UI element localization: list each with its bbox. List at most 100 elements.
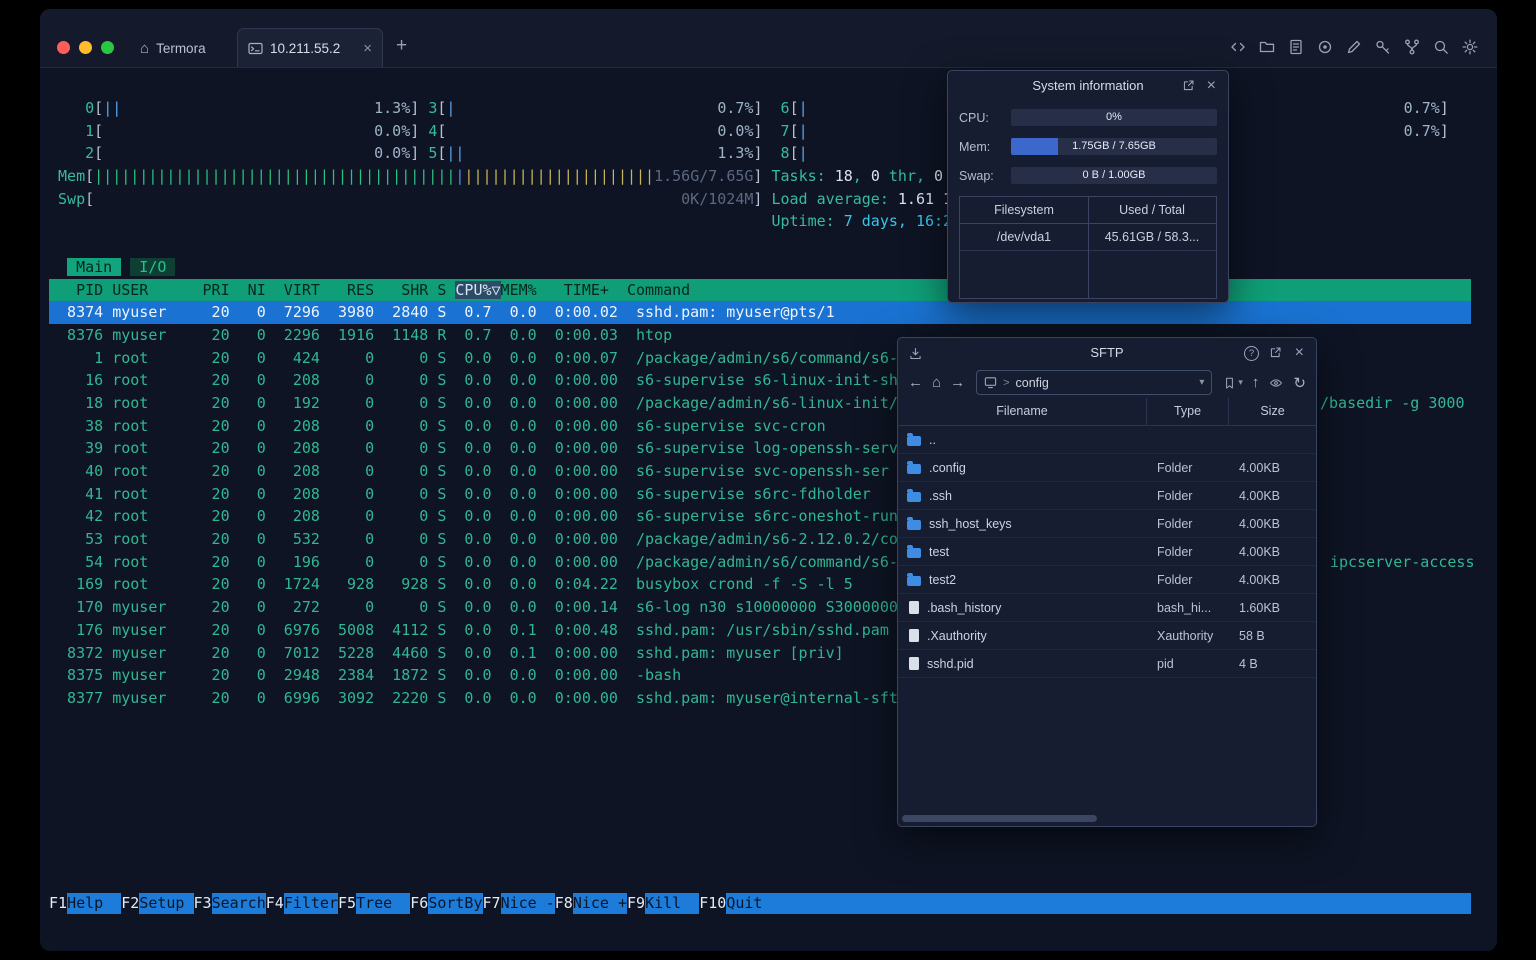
filename-column-header[interactable]: Filename (898, 398, 1147, 425)
command-overflow-text: ipcserver-access (1330, 553, 1475, 571)
fkey-label-F10[interactable]: Quit (726, 893, 781, 914)
bookmark-button[interactable]: ▾ (1223, 376, 1243, 390)
scrollbar-thumb[interactable] (902, 815, 1097, 822)
open-in-window-icon[interactable] (1269, 346, 1282, 359)
htop-tab-main[interactable]: Main (67, 257, 122, 276)
fkey-F2[interactable]: F2 (121, 893, 139, 914)
zoom-window-button[interactable] (101, 41, 114, 54)
download-icon[interactable] (908, 346, 923, 361)
file-type-cell: bash_hi... (1157, 600, 1212, 615)
path-breadcrumb[interactable]: > config ▾ (976, 370, 1213, 395)
folder-icon[interactable] (1258, 38, 1276, 56)
fkey-F1[interactable]: F1 (49, 893, 67, 914)
system-information-titlebar: System information × (948, 71, 1228, 100)
notes-icon[interactable] (1287, 38, 1305, 56)
htop-tab-io[interactable]: I/O (130, 257, 176, 276)
traffic-lights (57, 41, 114, 54)
filesystem-table: Filesystem Used / Total /dev/vda1 45.61GB… (959, 196, 1217, 299)
back-button[interactable]: ← (908, 374, 923, 391)
meter-line-0: 0[|| 1.3%] 3[| 0.7%] 6[| 0.7%] (49, 99, 1449, 117)
sftp-panel: SFTP ? × ← ⌂ → > config ▾ ▾ ↑ ↻ Filename… (897, 337, 1317, 827)
file-row[interactable]: .Xauthority Xauthority 58 B (898, 622, 1316, 650)
forward-button[interactable]: → (950, 374, 965, 391)
fkey-label-F2[interactable]: Setup (139, 893, 194, 914)
file-row[interactable]: .bash_history bash_hi... 1.60KB (898, 594, 1316, 622)
chevron-down-icon: ▾ (1238, 377, 1243, 387)
file-name: test2 (929, 572, 957, 587)
file-row[interactable]: .. (898, 426, 1316, 454)
fkey-label-F3[interactable]: Search (211, 893, 266, 914)
preview-button[interactable] (1268, 376, 1284, 390)
file-size-cell: 4.00KB (1239, 516, 1281, 531)
minimize-window-button[interactable] (79, 41, 92, 54)
file-name: .. (929, 432, 936, 447)
fkey-label-F6[interactable]: SortBy (428, 893, 483, 914)
record-icon[interactable] (1316, 38, 1334, 56)
fkey-label-F9[interactable]: Kill (645, 893, 700, 914)
fkey-F10[interactable]: F10 (699, 893, 726, 914)
swap-usage-row: Swap: 0 B / 1.00GB (948, 158, 1228, 187)
fkey-F6[interactable]: F6 (410, 893, 428, 914)
table-column-divider (1088, 197, 1089, 298)
file-name-cell: .bash_history (898, 601, 1147, 615)
file-row[interactable]: ssh_host_keys Folder 4.00KB (898, 510, 1316, 538)
horizontal-scrollbar[interactable] (901, 814, 1313, 823)
home-button[interactable]: ⌂ (932, 374, 941, 391)
file-type-cell: Xauthority (1157, 628, 1214, 643)
file-size-cell: 4.00KB (1239, 544, 1281, 559)
pencil-icon[interactable] (1345, 38, 1363, 56)
meter-line-4: Swp[ 0K/1024M] Load average: 1.61 1.13 0… (49, 189, 1024, 208)
file-size-cell: 4 B (1239, 656, 1258, 671)
process-table-header[interactable]: PID USER PRI NI VIRT RES SHR S CPU%▽MEM%… (49, 278, 1471, 302)
refresh-button[interactable]: ↻ (1293, 374, 1306, 392)
fkey-F9[interactable]: F9 (627, 893, 645, 914)
file-type-cell: Folder (1157, 544, 1193, 559)
type-column-header[interactable]: Type (1147, 398, 1229, 425)
process-row-8374[interactable]: 8374 myuser 20 0 7296 3980 2840 S 0.7 0.… (49, 301, 1471, 324)
branch-icon[interactable] (1403, 38, 1421, 56)
open-in-window-icon[interactable] (1182, 79, 1195, 92)
fkey-F3[interactable]: F3 (194, 893, 212, 914)
size-column-header[interactable]: Size (1229, 398, 1316, 425)
folder-icon (907, 488, 921, 502)
folder-icon (907, 460, 921, 474)
fkey-label-F4[interactable]: Filter (283, 893, 338, 914)
panel-title: System information (1032, 78, 1144, 93)
close-icon[interactable]: × (1207, 78, 1216, 94)
tab-host[interactable]: 10.211.55.2 × (237, 28, 383, 67)
fkey-label-F7[interactable]: Nice - (500, 893, 555, 914)
chevron-down-icon[interactable]: ▾ (1199, 377, 1204, 388)
file-size-cell: 4.00KB (1239, 572, 1281, 587)
code-icon[interactable] (1229, 38, 1247, 56)
close-icon[interactable]: × (1295, 345, 1304, 361)
file-row[interactable]: test Folder 4.00KB (898, 538, 1316, 566)
new-tab-button[interactable]: + (396, 35, 407, 57)
close-window-button[interactable] (57, 41, 70, 54)
fkey-label-F8[interactable]: Nice + (572, 893, 627, 914)
search-icon[interactable] (1432, 38, 1450, 56)
file-row[interactable]: .ssh Folder 4.00KB (898, 482, 1316, 510)
key-icon[interactable] (1374, 38, 1392, 56)
help-icon[interactable]: ? (1244, 346, 1259, 361)
tab-termora[interactable]: ⌂ Termora (128, 29, 218, 67)
file-type-cell: Folder (1157, 516, 1193, 531)
fkey-label-F5[interactable]: Tree (356, 893, 411, 914)
close-tab-icon[interactable]: × (363, 40, 372, 57)
current-directory: config (1015, 375, 1049, 390)
file-icon (909, 629, 919, 642)
fkey-label-F1[interactable]: Help (67, 893, 122, 914)
file-row[interactable]: sshd.pid pid 4 B (898, 650, 1316, 678)
parent-directory-button[interactable]: ↑ (1252, 374, 1260, 391)
computer-icon (984, 376, 997, 389)
settings-icon[interactable] (1461, 38, 1479, 56)
fkey-F4[interactable]: F4 (266, 893, 284, 914)
htop-view-tabs: Main I/O (49, 256, 1471, 279)
file-row[interactable]: test2 Folder 4.00KB (898, 566, 1316, 594)
file-name-cell: .. (898, 432, 1147, 447)
fkey-F5[interactable]: F5 (338, 893, 356, 914)
home-icon: ⌂ (140, 39, 150, 57)
file-name: .ssh (929, 488, 952, 503)
fkey-F7[interactable]: F7 (483, 893, 501, 914)
fkey-F8[interactable]: F8 (555, 893, 573, 914)
file-row[interactable]: .config Folder 4.00KB (898, 454, 1316, 482)
